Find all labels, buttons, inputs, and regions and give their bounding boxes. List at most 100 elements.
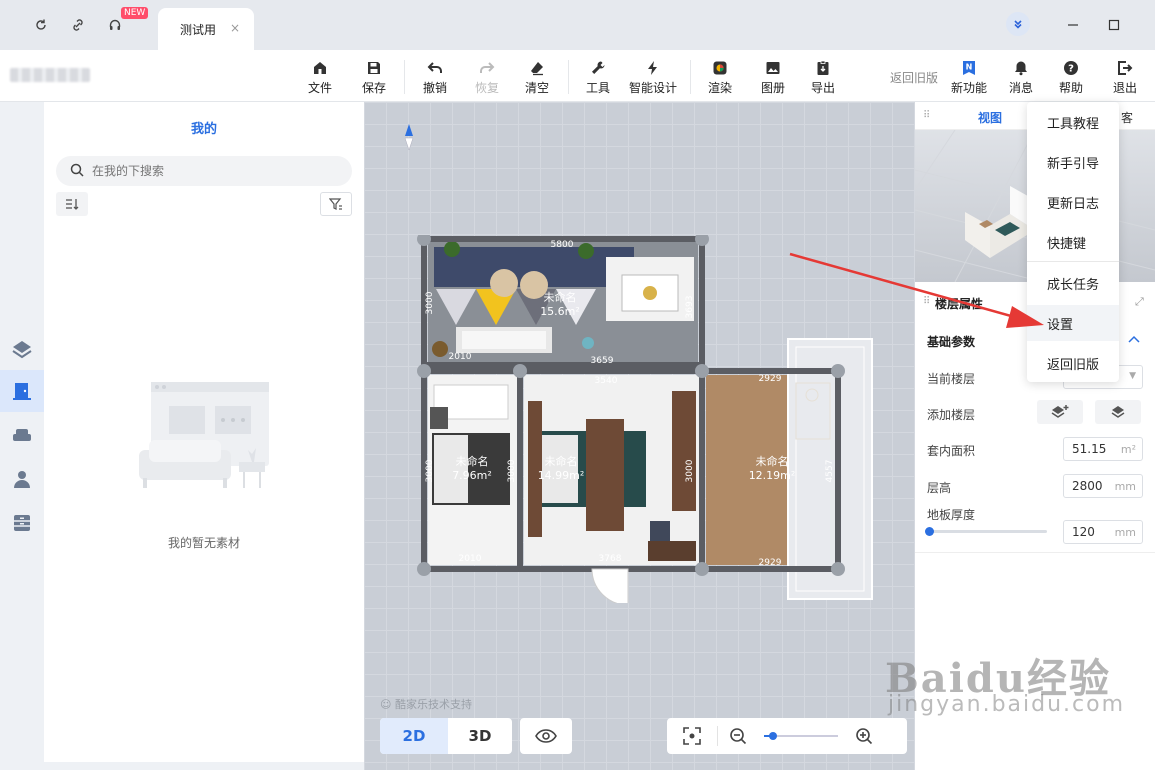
menu-item-shortcuts[interactable]: 快捷键	[1027, 224, 1119, 260]
expand-icon[interactable]: ⤢	[1135, 295, 1144, 309]
door-icon[interactable]	[0, 370, 44, 412]
back-old-version-link[interactable]: 返回旧版	[890, 69, 938, 86]
messages-label: 消息	[1008, 81, 1033, 95]
fit-view-icon[interactable]	[667, 727, 717, 745]
panel-title[interactable]: 我的	[44, 118, 364, 137]
slab-thickness-field[interactable]: 120 mm	[1063, 520, 1143, 544]
view-2d-button[interactable]: 2D	[380, 718, 448, 754]
logout-button[interactable]: 退出	[1102, 58, 1148, 96]
menu-item-tool-tutorial[interactable]: 工具教程	[1027, 104, 1119, 140]
messages-button[interactable]: 消息	[998, 58, 1044, 96]
slab-thickness-slider[interactable]	[925, 527, 1047, 536]
my-assets-panel: 我的 我的暂无素材	[44, 102, 364, 762]
help-dropdown-menu: 工具教程 新手引导 更新日志 快捷键 成长任务 设置 返回旧版	[1027, 102, 1119, 382]
floor-plan[interactable]: 5800 2010 3659 3540 2929 2010 3768 2929 …	[416, 235, 878, 603]
zoom-out-icon[interactable]	[718, 727, 758, 745]
tech-support-text: ☺ 酷家乐技术支持	[380, 696, 472, 712]
render-label: 渲染	[707, 81, 732, 95]
user-name-blurred	[10, 68, 90, 82]
save-button[interactable]: 保存	[351, 58, 397, 96]
search-box[interactable]	[56, 156, 352, 186]
image-icon	[763, 58, 783, 78]
menu-divider	[1027, 261, 1119, 262]
design-canvas[interactable]: 5800 2010 3659 3540 2929 2010 3768 2929 …	[364, 102, 915, 770]
tools-button[interactable]: 工具	[575, 58, 621, 96]
album-button[interactable]: 图册	[750, 58, 796, 96]
sofa-icon[interactable]	[0, 414, 44, 456]
dim-right-room-top: 2929	[759, 374, 782, 384]
tech-support-label: 酷家乐技术支持	[394, 698, 472, 711]
dim-bottom-b: 3768	[599, 554, 622, 564]
room-area: 12.19m²	[749, 469, 796, 482]
question-icon: ?	[1061, 58, 1081, 78]
file-label: 文件	[307, 81, 332, 95]
tab-close-icon[interactable]: ×	[230, 21, 240, 35]
maximize-icon[interactable]	[1103, 14, 1125, 36]
drag-handle-icon[interactable]: ⠿	[923, 296, 930, 307]
file-button[interactable]: 文件	[297, 58, 343, 96]
filter-icon	[329, 198, 342, 210]
view-mode-switch: 2D 3D	[380, 718, 512, 754]
export-button[interactable]: 导出	[800, 58, 846, 96]
empty-state-illustration	[139, 382, 269, 488]
clear-button[interactable]: 清空	[514, 58, 560, 96]
add-floor-below-button[interactable]	[1095, 400, 1141, 424]
chevron-up-icon[interactable]	[1128, 332, 1140, 347]
export-label: 导出	[810, 81, 835, 95]
link-icon[interactable]	[67, 14, 89, 36]
smart-design-button[interactable]: 智能设计	[629, 58, 677, 96]
dim-bottom-a: 2010	[459, 554, 482, 564]
eye-icon	[535, 729, 557, 743]
render-button[interactable]: 渲染	[697, 58, 743, 96]
new-features-icon: N	[959, 58, 979, 78]
tab-partial[interactable]: 客	[1121, 109, 1133, 126]
zoom-slider-knob[interactable]	[769, 732, 777, 740]
copyright-icon: ☺	[380, 698, 392, 711]
save-label: 保存	[361, 81, 386, 95]
menu-item-back-old-version[interactable]: 返回旧版	[1027, 345, 1119, 381]
inner-area-label: 套内面积	[927, 444, 976, 458]
layers-icon[interactable]	[0, 328, 44, 370]
search-input[interactable]	[92, 164, 332, 178]
slider-knob[interactable]	[925, 527, 934, 536]
inner-area-field[interactable]: 51.15 m²	[1063, 437, 1143, 461]
undo-button[interactable]: 撤销	[412, 58, 458, 96]
help-button[interactable]: ? 帮助	[1048, 58, 1094, 96]
tab-view[interactable]: 视图	[978, 109, 1002, 126]
refresh-icon[interactable]	[30, 14, 52, 36]
redo-button[interactable]: 恢复	[464, 58, 510, 96]
add-floor-above-button[interactable]	[1037, 400, 1083, 424]
eraser-icon	[527, 58, 547, 78]
slab-thickness-label: 地板厚度	[927, 508, 976, 522]
floor-height-label: 层高	[927, 481, 952, 495]
slab-thickness-unit: mm	[1114, 525, 1136, 539]
new-features-button[interactable]: N 新功能	[946, 58, 992, 96]
minimize-icon[interactable]	[1062, 14, 1084, 36]
menu-item-beginner-guide[interactable]: 新手引导	[1027, 144, 1119, 180]
cabinet-icon[interactable]	[0, 502, 44, 544]
dim-left-side: 3000	[425, 459, 435, 482]
view-3d-button[interactable]: 3D	[448, 718, 512, 754]
dim-right-top: 3693	[685, 296, 695, 319]
tab-project[interactable]: 测试用 ×	[158, 8, 254, 50]
chevron-down-icon: ▼	[1129, 371, 1136, 381]
menu-item-settings[interactable]: 设置	[1027, 305, 1119, 341]
drag-handle-icon[interactable]: ⠿	[923, 110, 930, 121]
filter-button[interactable]	[320, 192, 352, 216]
watermark-url: jingyan.baidu.com	[888, 692, 1126, 717]
search-icon	[70, 163, 84, 180]
zoom-in-icon[interactable]	[844, 727, 884, 745]
collapse-double-chevron-icon[interactable]	[1006, 12, 1030, 36]
zoom-controls	[667, 718, 907, 754]
user-icon[interactable]	[0, 458, 44, 500]
toolbar-divider	[690, 60, 691, 94]
zoom-slider[interactable]	[764, 732, 838, 740]
sort-button[interactable]	[56, 192, 88, 216]
new-features-label: 新功能	[950, 81, 987, 95]
menu-item-changelog[interactable]: 更新日志	[1027, 184, 1119, 220]
menu-item-growth-tasks[interactable]: 成长任务	[1027, 265, 1119, 301]
tools-label: 工具	[585, 81, 610, 95]
sort-icon	[66, 199, 79, 210]
visibility-button[interactable]	[520, 718, 572, 754]
floor-height-field[interactable]: 2800 mm	[1063, 474, 1143, 498]
